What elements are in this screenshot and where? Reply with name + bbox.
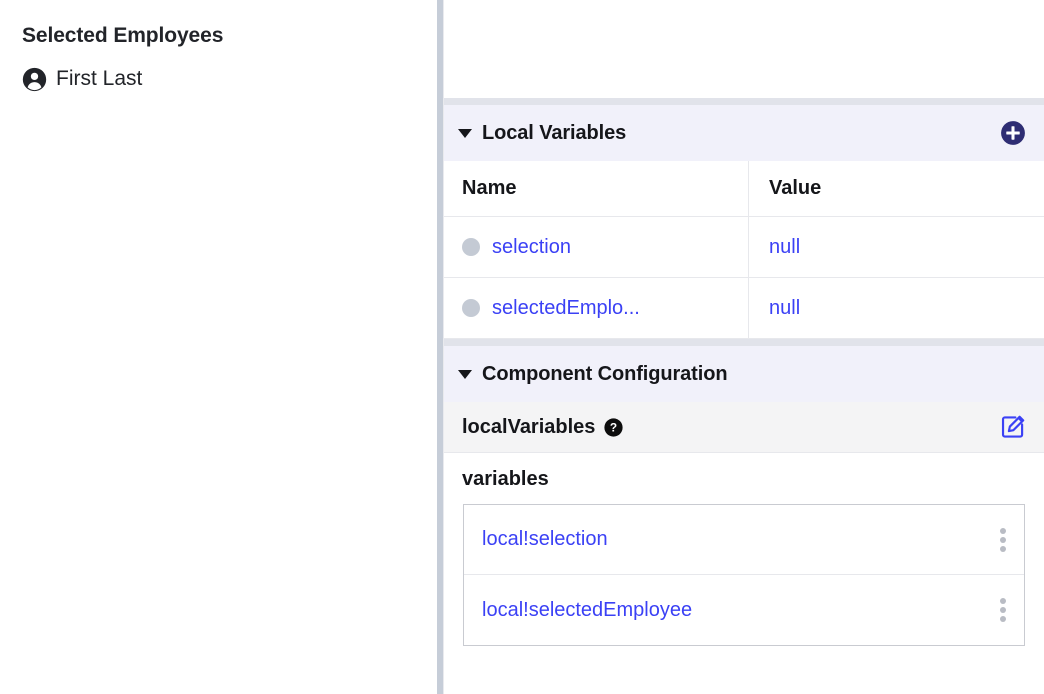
variable-name-link[interactable]: selectedEmplo... — [492, 297, 640, 320]
local-variables-header-actions — [1000, 120, 1026, 146]
table-row[interactable]: selectedEmplo... null — [444, 278, 1044, 339]
subfield-label-variables: variables — [444, 453, 1044, 504]
section-divider-band — [444, 339, 1044, 346]
list-item-label[interactable]: local!selection — [482, 528, 608, 551]
table-cell-name: selection — [444, 217, 749, 277]
section-divider-band — [444, 98, 1044, 105]
table-cell-name: selectedEmplo... — [444, 278, 749, 338]
panel-top-blank-area — [444, 0, 1044, 98]
variable-name-link[interactable]: selection — [492, 236, 571, 259]
svg-text:?: ? — [610, 420, 617, 434]
variable-value: null — [769, 235, 801, 258]
plus-circle-icon[interactable] — [1000, 120, 1026, 146]
table-cell-value: null — [749, 278, 1044, 338]
config-field-label: localVariables — [462, 415, 596, 438]
edit-pencil-icon[interactable] — [1000, 414, 1026, 440]
employee-list-item[interactable]: First Last — [22, 66, 437, 92]
page-title: Selected Employees — [22, 24, 224, 47]
properties-panel: Local Variables Name Value selection nul… — [443, 0, 1044, 694]
local-variables-section-header[interactable]: Local Variables — [444, 105, 1044, 161]
kebab-menu-icon[interactable] — [1000, 527, 1006, 553]
list-item[interactable]: local!selectedEmployee — [464, 575, 1024, 645]
list-item-actions — [1000, 597, 1006, 623]
user-avatar-icon — [22, 67, 47, 92]
config-field-local-variables: localVariables ? — [444, 402, 1044, 453]
table-header-cell-name: Name — [444, 161, 749, 216]
table-header-cell-value: Value — [749, 161, 1044, 216]
caret-down-icon[interactable] — [458, 128, 472, 138]
app-screen: Selected Employees First Last Local Vari… — [0, 0, 1044, 694]
variable-value: null — [769, 296, 801, 319]
table-row[interactable]: selection null — [444, 217, 1044, 278]
list-item-actions — [1000, 527, 1006, 553]
list-item-label[interactable]: local!selectedEmployee — [482, 599, 692, 622]
component-configuration-section-header[interactable]: Component Configuration — [444, 346, 1044, 402]
caret-down-icon[interactable] — [458, 369, 472, 379]
help-question-icon[interactable]: ? — [604, 417, 624, 437]
status-dot-icon — [462, 238, 480, 256]
component-configuration-title: Component Configuration — [482, 362, 728, 385]
column-header-value: Value — [769, 177, 822, 199]
column-header-name: Name — [462, 177, 517, 199]
config-field-actions — [1000, 414, 1026, 440]
selected-employees-panel: Selected Employees First Last — [0, 0, 437, 694]
list-item[interactable]: local!selection — [464, 505, 1024, 575]
local-variables-title: Local Variables — [482, 121, 627, 144]
table-header-row: Name Value — [444, 161, 1044, 217]
table-cell-value: null — [749, 217, 1044, 277]
employee-name: First Last — [56, 67, 143, 90]
variables-list: local!selection local!selectedEmployee — [463, 504, 1025, 646]
local-variables-table: Name Value selection null selectedEmplo.… — [444, 161, 1044, 339]
kebab-menu-icon[interactable] — [1000, 597, 1006, 623]
status-dot-icon — [462, 299, 480, 317]
